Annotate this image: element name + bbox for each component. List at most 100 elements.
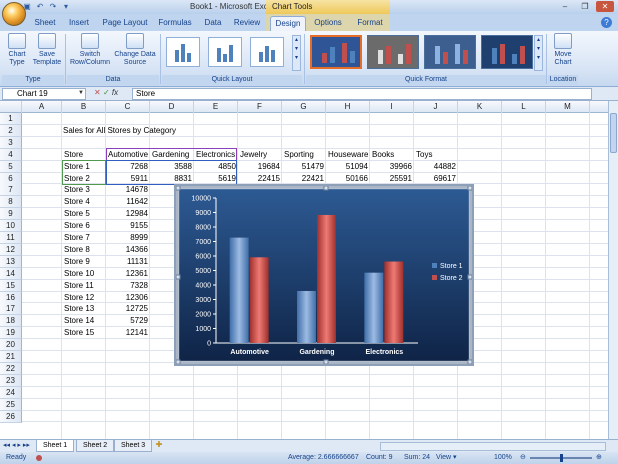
row-header[interactable]: 20 (0, 339, 22, 352)
row-header[interactable]: 12 (0, 243, 22, 256)
switch-row-column-button[interactable]: Switch Row/Column (68, 33, 112, 67)
column-header[interactable]: J (414, 101, 458, 113)
zoom-slider-thumb[interactable] (560, 454, 563, 462)
column-header[interactable]: M (546, 101, 590, 113)
tab-options[interactable]: Options (310, 16, 346, 31)
row-header[interactable]: 24 (0, 386, 22, 399)
column-header[interactable]: C (106, 101, 150, 113)
tab-home[interactable]: Sheet (30, 16, 60, 31)
store-name-cell[interactable]: Store 14 (64, 315, 104, 327)
value-cell[interactable]: 12306 (108, 292, 148, 304)
row-header[interactable]: 5 (0, 160, 22, 173)
row-header[interactable]: 14 (0, 267, 22, 280)
quick-layout-option-3[interactable] (250, 37, 284, 67)
embedded-chart[interactable]: 0 1000 2000 3000 4000 5000 6000 7000 8000 9000 100… (174, 184, 474, 366)
quick-format-scroll[interactable]: ▴ ▾ ▾ (534, 35, 543, 71)
chart-style-3[interactable] (424, 35, 476, 69)
row-header[interactable]: 10 (0, 220, 22, 233)
value-cell[interactable]: 50166 (328, 173, 368, 185)
row-header[interactable]: 7 (0, 184, 22, 197)
row-header[interactable]: 6 (0, 172, 22, 185)
column-header[interactable]: D (150, 101, 194, 113)
row-header[interactable]: 19 (0, 327, 22, 340)
value-cell[interactable]: 22415 (240, 173, 280, 185)
store-name-cell[interactable]: Store 8 (64, 244, 104, 256)
zoom-in-icon[interactable]: ⊕ (596, 452, 602, 464)
value-cell[interactable]: 39966 (372, 161, 412, 173)
tab-review[interactable]: Review (231, 16, 263, 31)
restore-button[interactable]: ❐ (576, 1, 594, 12)
header-cell[interactable]: Houseware (328, 149, 368, 161)
column-header[interactable]: E (194, 101, 238, 113)
column-header[interactable]: K (458, 101, 502, 113)
header-cell[interactable]: Store (64, 149, 104, 161)
horizontal-scrollbar[interactable] (380, 442, 606, 451)
tab-data[interactable]: Data (200, 16, 226, 31)
store-name-cell[interactable]: Store 9 (64, 256, 104, 268)
store-name-cell[interactable]: Store 11 (64, 280, 104, 292)
value-cell[interactable]: 9155 (108, 220, 148, 232)
select-all-corner[interactable] (0, 101, 22, 113)
store-name-cell[interactable]: Store 13 (64, 303, 104, 315)
tab-insert[interactable]: Insert (64, 16, 94, 31)
row-header[interactable]: 16 (0, 291, 22, 304)
column-header[interactable]: A (22, 101, 62, 113)
insert-function-icon[interactable]: fx (112, 88, 118, 97)
header-cell[interactable]: Jewelry (240, 149, 280, 161)
chart-style-4[interactable] (481, 35, 533, 69)
header-cell[interactable]: Books (372, 149, 412, 161)
row-header[interactable]: 11 (0, 232, 22, 244)
row-header[interactable]: 3 (0, 136, 22, 149)
quick-layout-scroll[interactable]: ▴ ▾ ▾ (292, 35, 301, 71)
column-header[interactable]: G (282, 101, 326, 113)
zoom-out-icon[interactable]: ⊖ (520, 452, 526, 464)
value-cell[interactable]: 12361 (108, 268, 148, 280)
value-cell[interactable]: 8999 (108, 232, 148, 244)
tab-format[interactable]: Format (352, 16, 388, 31)
value-cell[interactable]: 12725 (108, 303, 148, 315)
store-name-cell[interactable]: Store 6 (64, 220, 104, 232)
row-header[interactable]: 8 (0, 196, 22, 209)
value-cell[interactable]: 7328 (108, 280, 148, 292)
value-cell[interactable]: 19684 (240, 161, 280, 173)
quick-layout-option-2[interactable] (208, 37, 242, 67)
redo-icon[interactable]: ↷ (48, 2, 58, 12)
sheet-nav-icon[interactable]: ◂◂ ◂ ▸ ▸▸ (3, 441, 30, 449)
store-name-cell[interactable]: Store 15 (64, 327, 104, 339)
column-header[interactable]: F (238, 101, 282, 113)
macro-record-icon[interactable] (36, 455, 42, 461)
vertical-scroll-thumb[interactable] (610, 113, 617, 153)
value-cell[interactable]: 44882 (416, 161, 456, 173)
value-cell[interactable]: 14366 (108, 244, 148, 256)
row-header[interactable]: 9 (0, 208, 22, 221)
enter-icon[interactable]: ✓ (103, 88, 110, 97)
store-name-cell[interactable]: Store 3 (64, 184, 104, 196)
sheet-tab-2[interactable]: Sheet 2 (76, 440, 115, 452)
value-cell[interactable]: 5729 (108, 315, 148, 327)
column-header[interactable]: B (62, 101, 106, 113)
row-header[interactable]: 15 (0, 279, 22, 292)
value-cell[interactable]: 11131 (108, 256, 148, 268)
zoom-level[interactable]: 100% (494, 452, 512, 464)
row-header[interactable]: 25 (0, 398, 22, 411)
name-box[interactable]: Chart 19 (2, 88, 86, 100)
row-header[interactable]: 2 (0, 124, 22, 137)
save-template-button[interactable]: Save Template (32, 33, 62, 67)
row-header[interactable]: 1 (0, 113, 22, 125)
row-header[interactable]: 26 (0, 410, 22, 423)
sheet-tab-1[interactable]: Sheet 1 (36, 440, 75, 452)
office-button[interactable] (2, 2, 26, 26)
chart-style-2[interactable] (367, 35, 419, 69)
row-header[interactable]: 23 (0, 374, 22, 387)
header-cell[interactable]: Toys (416, 149, 456, 161)
store-name-cell[interactable]: Store 10 (64, 268, 104, 280)
customize-qat-icon[interactable]: ▾ (61, 2, 71, 12)
store-name-cell[interactable]: Store 12 (64, 292, 104, 304)
row-header[interactable]: 17 (0, 303, 22, 316)
row-header[interactable]: 4 (0, 148, 22, 161)
undo-icon[interactable]: ↶ (35, 2, 45, 12)
vertical-scrollbar[interactable] (608, 101, 618, 439)
row-header[interactable]: 21 (0, 351, 22, 363)
value-cell[interactable]: 12141 (108, 327, 148, 339)
insert-sheet-icon[interactable]: ✚ (152, 440, 166, 452)
